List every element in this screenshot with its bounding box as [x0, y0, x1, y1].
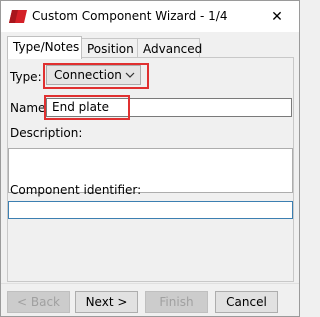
app-logo-icon: [9, 10, 27, 23]
type-label: Type:: [10, 70, 42, 84]
footer-divider: [1, 283, 299, 284]
finish-button[interactable]: Finish: [145, 291, 208, 313]
title-bar: Custom Component Wizard - 1/4 ✕: [1, 1, 299, 32]
description-label: Description:: [10, 126, 83, 140]
close-button[interactable]: ✕: [255, 1, 299, 32]
name-field[interactable]: End plate: [46, 98, 292, 117]
tab-label: Type/Notes: [13, 40, 80, 54]
tab-label: Position: [87, 42, 134, 56]
type-dropdown-value: Connection: [54, 68, 122, 82]
tab-type-notes[interactable]: Type/Notes: [7, 36, 82, 59]
close-icon: ✕: [271, 8, 283, 25]
tab-advanced[interactable]: Advanced: [137, 38, 203, 58]
next-button[interactable]: Next >: [75, 291, 138, 313]
window-title: Custom Component Wizard - 1/4: [32, 9, 228, 23]
component-identifier-field[interactable]: [8, 201, 293, 219]
identifier-label: Component identifier:: [10, 183, 142, 197]
back-button[interactable]: < Back: [7, 291, 70, 313]
tab-label: Advanced: [143, 42, 203, 56]
tab-position[interactable]: Position: [81, 38, 138, 58]
type-dropdown[interactable]: Connection: [46, 65, 141, 85]
name-field-value: End plate: [52, 100, 110, 114]
name-label: Name:: [10, 101, 50, 115]
chevron-down-icon: [125, 72, 135, 78]
wizard-window: Custom Component Wizard - 1/4 ✕ Type/Not…: [0, 0, 300, 317]
cancel-button[interactable]: Cancel: [215, 291, 278, 313]
